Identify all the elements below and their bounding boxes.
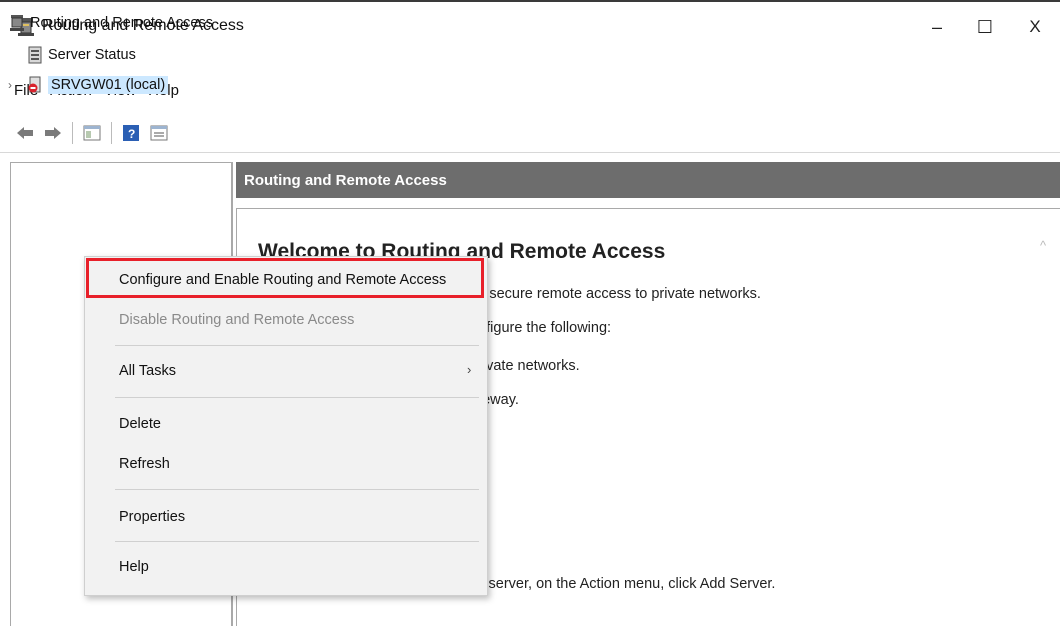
tree-item-server[interactable]: › SRVGW01 (local) xyxy=(8,74,169,96)
tree-item-root[interactable]: Routing and Remote Access xyxy=(8,12,213,34)
toolbar-divider xyxy=(0,152,1060,153)
tree-item-server-status[interactable]: Server Status xyxy=(26,44,136,66)
maximize-button[interactable]: ☐ xyxy=(962,10,1008,44)
toolbar: ? xyxy=(14,118,170,148)
menu-separator xyxy=(115,489,479,490)
menu-item-properties[interactable]: Properties xyxy=(119,504,185,530)
close-button[interactable]: X xyxy=(1012,10,1058,44)
toolbar-separator xyxy=(111,122,112,144)
rras-window: Routing and Remote Access – ☐ X File Act… xyxy=(0,0,1060,626)
help-icon[interactable]: ? xyxy=(120,122,142,144)
forward-arrow-icon[interactable] xyxy=(42,122,64,144)
server-stopped-icon xyxy=(26,76,44,94)
back-arrow-icon[interactable] xyxy=(14,122,36,144)
menu-item-refresh[interactable]: Refresh xyxy=(119,451,170,477)
menu-separator xyxy=(115,541,479,542)
scroll-up-arrow-icon[interactable]: ^ xyxy=(1040,238,1046,253)
expand-chevron-icon[interactable]: › xyxy=(8,78,22,92)
context-menu: Configure and Enable Routing and Remote … xyxy=(84,256,488,596)
tree-item-server-status-label: Server Status xyxy=(48,47,136,63)
minimize-button[interactable]: – xyxy=(914,10,960,44)
submenu-arrow-icon: › xyxy=(467,362,472,377)
menu-item-disable: Disable Routing and Remote Access xyxy=(119,312,355,328)
highlight-annotation-box xyxy=(86,258,484,298)
tree-item-root-label: Routing and Remote Access xyxy=(30,15,213,31)
svg-text:?: ? xyxy=(128,127,135,141)
menu-item-delete[interactable]: Delete xyxy=(119,411,161,437)
menu-item-all-tasks[interactable]: All Tasks xyxy=(119,358,176,384)
properties-icon[interactable] xyxy=(148,122,170,144)
toolbar-separator xyxy=(72,122,73,144)
welcome-text-line: onfigure the following: xyxy=(470,320,612,336)
menu-separator xyxy=(115,345,479,346)
server-status-icon xyxy=(26,46,44,64)
results-pane-header: Routing and Remote Access xyxy=(236,162,1060,198)
welcome-text-line: ss server, on the Action menu, click Add… xyxy=(470,576,776,592)
welcome-text-line: es secure remote access to private netwo… xyxy=(470,286,761,302)
tree-item-server-label: SRVGW01 (local) xyxy=(48,76,169,94)
console-tree-icon[interactable] xyxy=(81,122,103,144)
menu-item-help[interactable]: Help xyxy=(119,554,149,580)
menu-separator xyxy=(115,397,479,398)
rras-tree-icon xyxy=(8,14,26,32)
